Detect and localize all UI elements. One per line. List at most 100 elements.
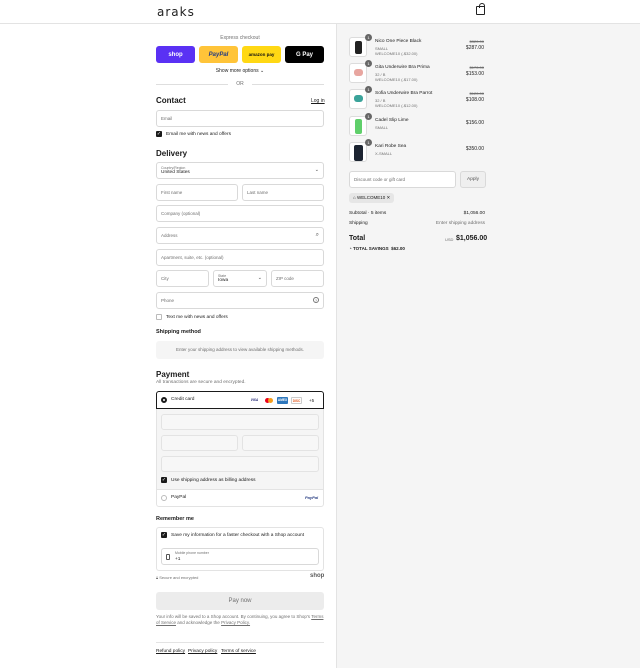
- discount-code: WELCOME10: [356, 195, 386, 200]
- country-value: United States: [161, 170, 190, 175]
- mobile-phone-field[interactable]: Mobile phone number +1: [161, 548, 319, 565]
- express-checkout-title: Express checkout: [220, 35, 260, 41]
- savings-label: TOTAL SAVINGS: [352, 246, 389, 251]
- product-discount: WELCOME10 (-$17.00): [375, 77, 418, 82]
- help-icon[interactable]: ?: [313, 297, 319, 303]
- discount-tag: ⌂ WELCOME10 ✕: [349, 193, 395, 203]
- product-variant: X-SMALL: [375, 151, 393, 156]
- phone-placeholder: Phone: [161, 298, 175, 303]
- delivery-heading: Delivery: [156, 149, 188, 158]
- subtotal-value: $1,056.00: [463, 211, 485, 216]
- refund-policy-link[interactable]: Refund policy: [156, 649, 185, 654]
- original-price: $320.00: [469, 39, 484, 44]
- expiry-field[interactable]: [161, 435, 238, 451]
- paypal-button[interactable]: PayPal: [199, 46, 238, 63]
- payment-heading: Payment: [156, 370, 190, 379]
- zip-field[interactable]: ZIP code: [271, 270, 324, 287]
- site-header: araks: [0, 0, 640, 24]
- product-name: Cadel Slip Lime: [375, 118, 409, 123]
- search-icon: ⌕: [315, 232, 319, 238]
- email-field[interactable]: Email: [156, 110, 324, 127]
- terms-of-service-link[interactable]: Terms of service: [221, 649, 256, 654]
- text-news-checkbox[interactable]: [156, 314, 162, 320]
- name-on-card-field[interactable]: [161, 456, 319, 472]
- total-label: Total: [349, 235, 366, 242]
- lock-icon: 🔒︎: [156, 575, 159, 580]
- quantity-badge: 1: [365, 60, 372, 67]
- country-select[interactable]: Country/Region United States ⌄: [156, 162, 324, 179]
- product-thumbnail: [349, 142, 367, 162]
- phone-field[interactable]: Phone?: [156, 292, 324, 309]
- original-price: $170.00: [469, 65, 484, 70]
- first-name-field[interactable]: First name: [156, 184, 238, 201]
- product-thumbnail: [349, 116, 367, 136]
- savings-tag-icon: ◔: [349, 246, 352, 251]
- shipping-row: Shipping Enter shipping address: [349, 221, 485, 226]
- total-value: $1,056.00: [456, 235, 488, 242]
- state-value: Iowa: [218, 278, 229, 283]
- product-price: $156.00: [465, 120, 484, 126]
- product-name: Kari Robe Sea: [375, 144, 407, 149]
- email-news-label: Email me with news and offers: [166, 132, 231, 137]
- chevron-down-icon: ⌄: [314, 167, 319, 173]
- radio-selected-icon: [161, 397, 167, 403]
- card-number-field[interactable]: [161, 414, 319, 430]
- secure-note: 🔒︎ Secure and encrypted: [156, 575, 198, 580]
- shipping-method-note: Enter your shipping address to view avai…: [156, 341, 324, 359]
- credit-card-label: Credit card: [171, 397, 195, 402]
- contact-heading: Contact: [156, 96, 186, 105]
- apartment-field[interactable]: Apartment, suite, etc. (optional): [156, 249, 324, 266]
- product-price: $108.00: [465, 97, 484, 103]
- discount-code-field[interactable]: Discount code or gift card: [349, 171, 456, 188]
- paypal-logo: PayPal: [305, 495, 319, 500]
- product-thumbnail: [349, 37, 367, 57]
- product-image: [354, 69, 363, 76]
- subtotal-label: Subtotal · 5 items: [349, 211, 387, 216]
- save-info-checkbox[interactable]: ✓: [161, 532, 167, 538]
- address-placeholder: Address: [161, 233, 178, 238]
- email-news-checkbox[interactable]: ✓: [156, 131, 162, 137]
- pay-now-button[interactable]: Pay now: [156, 592, 324, 610]
- shop-privacy-link[interactable]: Privacy Policy.: [221, 620, 250, 625]
- city-field[interactable]: City: [156, 270, 209, 287]
- shop-pay-button[interactable]: shop: [156, 46, 195, 63]
- save-info-label: Save my information for a faster checkou…: [171, 533, 305, 538]
- security-code-field[interactable]: [242, 435, 319, 451]
- cart-item: 1 Nico One Piece Black SMALL WELCOME10 (…: [349, 34, 487, 57]
- payment-subtitle: All transactions are secure and encrypte…: [156, 380, 246, 385]
- google-pay-button[interactable]: G Pay: [285, 46, 324, 63]
- footer-divider: [156, 642, 324, 643]
- login-link[interactable]: Log in: [311, 98, 325, 104]
- mobile-value: +1: [175, 557, 181, 562]
- shipping-label: Shipping: [349, 221, 368, 226]
- privacy-policy-link[interactable]: Privacy policy: [188, 649, 217, 654]
- product-image: [354, 95, 363, 102]
- product-price: $350.00: [465, 146, 484, 152]
- product-name: Gita Underwire Bra Prima: [375, 65, 430, 70]
- mobile-label: Mobile phone number: [175, 551, 209, 555]
- apply-button[interactable]: Apply: [460, 171, 486, 188]
- product-image: [355, 119, 362, 134]
- last-name-field[interactable]: Last name: [242, 184, 324, 201]
- shipping-value: Enter shipping address: [435, 221, 485, 226]
- address-field[interactable]: Address ⌕: [156, 227, 324, 244]
- quantity-badge: 1: [365, 34, 372, 41]
- state-select[interactable]: State Iowa ⌄: [213, 270, 267, 287]
- billing-same-checkbox[interactable]: ✓: [161, 477, 167, 483]
- product-price: $153.00: [465, 71, 484, 77]
- product-image: [355, 41, 362, 54]
- discover-icon: DISC: [291, 397, 302, 404]
- product-name: Nico One Piece Black: [375, 39, 422, 44]
- remove-discount-icon[interactable]: ✕: [387, 195, 391, 200]
- cart-item: 1 Kari Robe Sea X-SMALL $350.00: [349, 139, 487, 162]
- mastercard-icon: [263, 397, 274, 404]
- paypal-label: PayPal: [171, 495, 187, 500]
- brand-logo[interactable]: araks: [157, 5, 195, 19]
- cart-item: 1 Gita Underwire Bra Prima 32 / B WELCOM…: [349, 60, 487, 83]
- product-name: Sofia Underwire Bra Parrot: [375, 91, 433, 96]
- amazon-pay-button[interactable]: amazon pay: [242, 46, 281, 63]
- company-field[interactable]: Company (optional): [156, 205, 324, 222]
- shipping-method-heading: Shipping method: [156, 329, 201, 335]
- shopping-bag-icon[interactable]: [476, 3, 485, 15]
- show-more-options[interactable]: Show more options ⌄: [156, 68, 324, 74]
